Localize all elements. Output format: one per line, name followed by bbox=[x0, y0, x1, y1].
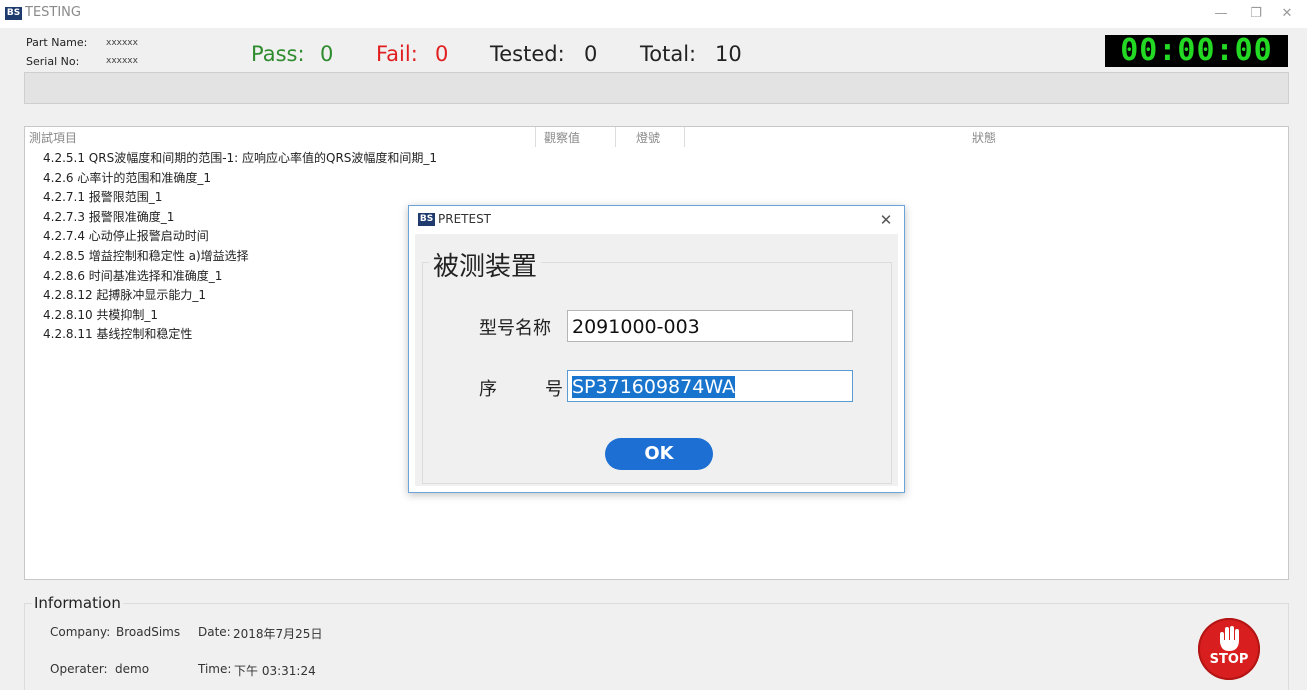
pass-count: 0 bbox=[320, 42, 334, 66]
company-value: BroadSims bbox=[116, 625, 181, 639]
list-item[interactable]: 4.2.8.11 基线控制和稳定性 bbox=[43, 325, 437, 345]
list-item[interactable]: 4.2.8.5 增益控制和稳定性 a)增益选择 bbox=[43, 247, 437, 267]
information-group bbox=[24, 603, 1289, 690]
time-value: 下午 03:31:24 bbox=[234, 664, 316, 678]
dialog-title: PRETEST bbox=[438, 212, 492, 226]
window-titlebar: BS TESTING — ❐ ✕ bbox=[0, 0, 1307, 28]
column-header-test-item[interactable]: 測試項目 bbox=[29, 129, 77, 146]
list-item[interactable]: 4.2.8.12 起搏脉冲显示能力_1 bbox=[43, 286, 437, 306]
list-item[interactable]: 4.2.8.10 共模抑制_1 bbox=[43, 306, 437, 326]
tested-count: 0 bbox=[584, 42, 598, 66]
fail-label: Fail: bbox=[376, 42, 418, 66]
close-button[interactable]: ✕ bbox=[1267, 2, 1307, 26]
window-title: TESTING bbox=[25, 5, 81, 20]
model-name-label: 型号名称 bbox=[479, 318, 551, 339]
list-item[interactable]: 4.2.5.1 QRS波幅度和间期的范围-1: 应响应心率值的QRS波幅度和间期… bbox=[43, 149, 437, 169]
dialog-logo: BS bbox=[418, 213, 435, 226]
pretest-dialog: BS PRETEST ✕ 被测装置 型号名称 2091000-003 序 号 S… bbox=[408, 205, 905, 493]
part-name-label: Part Name: bbox=[26, 36, 88, 49]
model-name-field[interactable]: 2091000-003 bbox=[567, 310, 853, 342]
pass-label: Pass: bbox=[251, 42, 305, 66]
serial-number-field[interactable]: SP371609874WA bbox=[567, 370, 853, 402]
tested-label: Tested: bbox=[490, 42, 565, 66]
list-item[interactable]: 4.2.8.6 时间基准选择和准确度_1 bbox=[43, 267, 437, 287]
column-divider bbox=[684, 127, 685, 147]
elapsed-timer: 00:00:00 bbox=[1105, 35, 1288, 67]
list-item[interactable]: 4.2.7.1 报警限范围_1 bbox=[43, 188, 437, 208]
stop-button[interactable]: STOP bbox=[1198, 618, 1260, 680]
ok-button[interactable]: OK bbox=[605, 438, 713, 470]
serial-label-char-1: 序 bbox=[479, 379, 497, 400]
time-label: Time: bbox=[198, 662, 232, 676]
serial-label-char-2: 号 bbox=[545, 379, 563, 400]
column-divider bbox=[615, 127, 616, 147]
dialog-titlebar: BS PRETEST ✕ bbox=[409, 206, 904, 234]
serial-number-selected-text: SP371609874WA bbox=[572, 376, 736, 398]
column-header-observed[interactable]: 觀察值 bbox=[544, 129, 580, 146]
column-header-light[interactable]: 燈號 bbox=[636, 129, 660, 146]
hand-icon bbox=[1220, 626, 1239, 651]
information-legend: Information bbox=[32, 594, 123, 612]
progress-bar bbox=[24, 72, 1289, 104]
serial-no-value: xxxxxx bbox=[106, 56, 138, 66]
company-label: Company: bbox=[50, 625, 111, 639]
dialog-close-button[interactable]: ✕ bbox=[872, 209, 900, 231]
list-item[interactable]: 4.2.7.4 心动停止报警启动时间 bbox=[43, 227, 437, 247]
minimize-button[interactable]: — bbox=[1201, 2, 1241, 26]
fail-count: 0 bbox=[435, 42, 449, 66]
serial-no-label: Serial No: bbox=[26, 55, 80, 68]
device-under-test-legend: 被测装置 bbox=[429, 246, 542, 283]
list-item[interactable]: 4.2.7.3 报警限准确度_1 bbox=[43, 208, 437, 228]
total-label: Total: bbox=[640, 42, 697, 66]
date-value: 2018年7月25日 bbox=[233, 627, 323, 641]
column-header-status[interactable]: 狀態 bbox=[972, 129, 996, 146]
part-name-value: xxxxxx bbox=[106, 38, 138, 48]
column-divider bbox=[535, 127, 536, 147]
app-logo: BS bbox=[5, 7, 22, 20]
operator-value: demo bbox=[115, 662, 150, 676]
date-label: Date: bbox=[198, 625, 231, 639]
dialog-body: 被测装置 型号名称 2091000-003 序 号 SP371609874WA … bbox=[415, 234, 898, 486]
test-items: 4.2.5.1 QRS波幅度和间期的范围-1: 应响应心率值的QRS波幅度和间期… bbox=[43, 149, 437, 345]
operator-label: Operater: bbox=[50, 662, 108, 676]
total-count: 10 bbox=[715, 42, 742, 66]
stop-label: STOP bbox=[1209, 652, 1249, 667]
list-item[interactable]: 4.2.6 心率计的范围和准确度_1 bbox=[43, 169, 437, 189]
